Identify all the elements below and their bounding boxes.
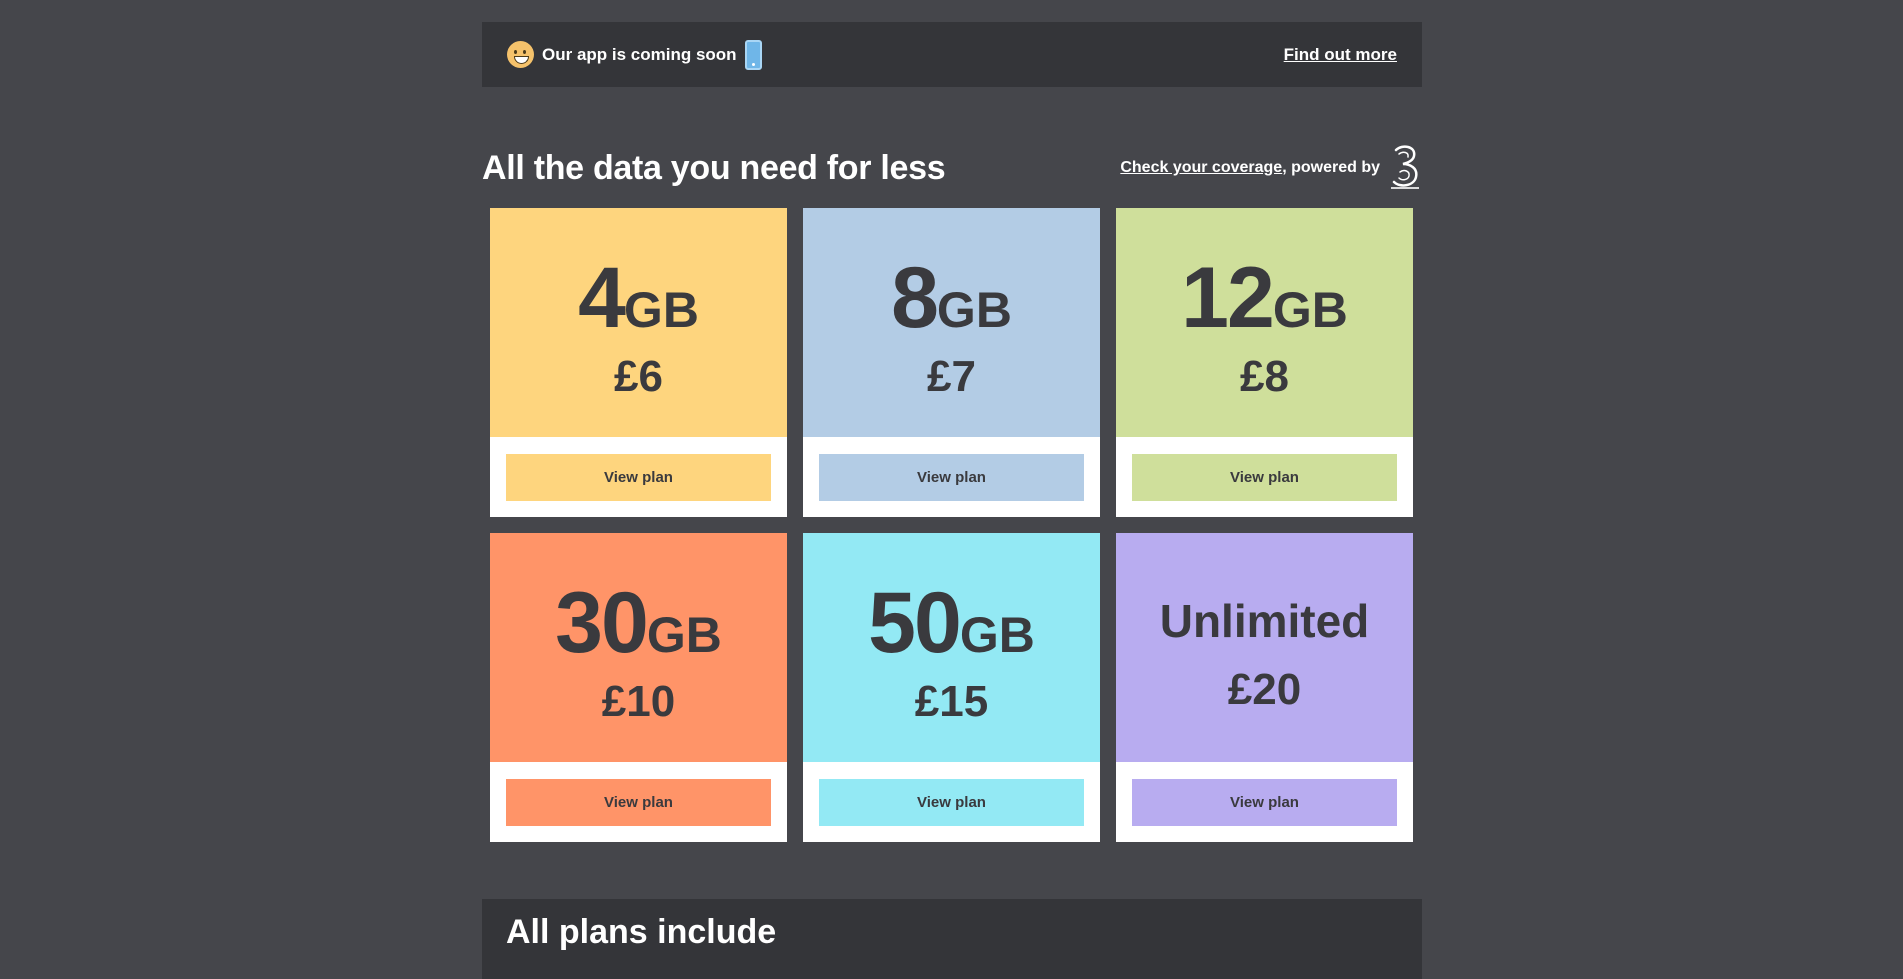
- plan-card-4gb: 4 GB £6 View plan: [490, 208, 787, 517]
- view-plan-button[interactable]: View plan: [1132, 453, 1397, 501]
- plan-card-header: 12 GB £8: [1116, 208, 1413, 437]
- plan-card-header: 4 GB £6: [490, 208, 787, 437]
- view-plan-button[interactable]: View plan: [506, 778, 771, 826]
- plan-card-footer: View plan: [490, 437, 787, 517]
- plan-amount-unit: GB: [1272, 281, 1348, 338]
- plan-price: £10: [601, 676, 676, 726]
- view-plan-button[interactable]: View plan: [506, 453, 771, 501]
- plan-amount-number: 30: [555, 574, 649, 671]
- plan-price: £15: [914, 676, 989, 726]
- plan-card-30gb: 30 GB £10 View plan: [490, 533, 787, 842]
- view-plan-button[interactable]: View plan: [819, 453, 1084, 501]
- plan-card-header: 50 GB £15: [803, 533, 1100, 762]
- plan-card-8gb: 8 GB £7 View plan: [803, 208, 1100, 517]
- plans-include-section: All plans include: [482, 899, 1422, 979]
- plan-card-header: 8 GB £7: [803, 208, 1100, 437]
- app-banner: Our app is coming soon Find out more: [482, 22, 1422, 87]
- plan-card-footer: View plan: [803, 437, 1100, 517]
- mobile-phone-icon: [744, 39, 762, 70]
- plan-card-footer: View plan: [803, 762, 1100, 842]
- plan-card-footer: View plan: [1116, 437, 1413, 517]
- plan-amount-unit: GB: [646, 606, 722, 663]
- plan-amount-unit: GB: [959, 606, 1035, 663]
- plan-card-header: 30 GB £10: [490, 533, 787, 762]
- plan-amount-unit: GB: [936, 281, 1012, 338]
- plan-data-amount: 30 GB: [555, 580, 722, 666]
- plan-data-amount: 12 GB: [1181, 255, 1348, 341]
- plan-amount-number: 4: [578, 249, 626, 346]
- plan-price: £20: [1227, 664, 1302, 714]
- plan-amount-unit: GB: [623, 281, 699, 338]
- smiley-face-icon: [507, 41, 534, 68]
- plan-card-50gb: 50 GB £15 View plan: [803, 533, 1100, 842]
- plan-card-footer: View plan: [1116, 762, 1413, 842]
- coverage-suffix: , powered by: [1282, 159, 1380, 176]
- plan-price: £7: [927, 351, 976, 401]
- plan-card-12gb: 12 GB £8 View plan: [1116, 208, 1413, 517]
- plans-grid: 4 GB £6 View plan 8 GB £7 View plan 12 G…: [490, 208, 1414, 842]
- plan-price: £8: [1240, 351, 1289, 401]
- find-out-more-link[interactable]: Find out more: [1284, 45, 1397, 65]
- page-title: All the data you need for less: [482, 148, 946, 187]
- plan-card-footer: View plan: [490, 762, 787, 842]
- plan-data-amount: 4 GB: [578, 255, 699, 341]
- plan-amount-number: 12: [1181, 249, 1275, 346]
- plan-card-header: Unlimited £20: [1116, 533, 1413, 762]
- plan-card-unlimited: Unlimited £20 View plan: [1116, 533, 1413, 842]
- coverage-info: Check your coverage, powered by: [1120, 144, 1422, 192]
- banner-message: Our app is coming soon: [507, 39, 762, 70]
- heading-row: All the data you need for less Check you…: [482, 140, 1422, 196]
- three-logo: [1391, 145, 1419, 189]
- plan-price: £6: [614, 351, 663, 401]
- view-plan-button[interactable]: View plan: [1132, 778, 1397, 826]
- view-plan-button[interactable]: View plan: [819, 778, 1084, 826]
- banner-text: Our app is coming soon: [542, 44, 737, 64]
- coverage-text: Check your coverage, powered by: [1120, 159, 1380, 177]
- plan-amount-number: 50: [868, 574, 962, 671]
- plan-data-amount: 8 GB: [891, 255, 1012, 341]
- plan-data-amount: 50 GB: [868, 580, 1035, 666]
- check-coverage-link[interactable]: Check your coverage: [1120, 159, 1282, 176]
- section-title: All plans include: [506, 913, 777, 951]
- plan-amount-number: 8: [891, 249, 939, 346]
- plan-amount-word: Unlimited: [1159, 594, 1370, 647]
